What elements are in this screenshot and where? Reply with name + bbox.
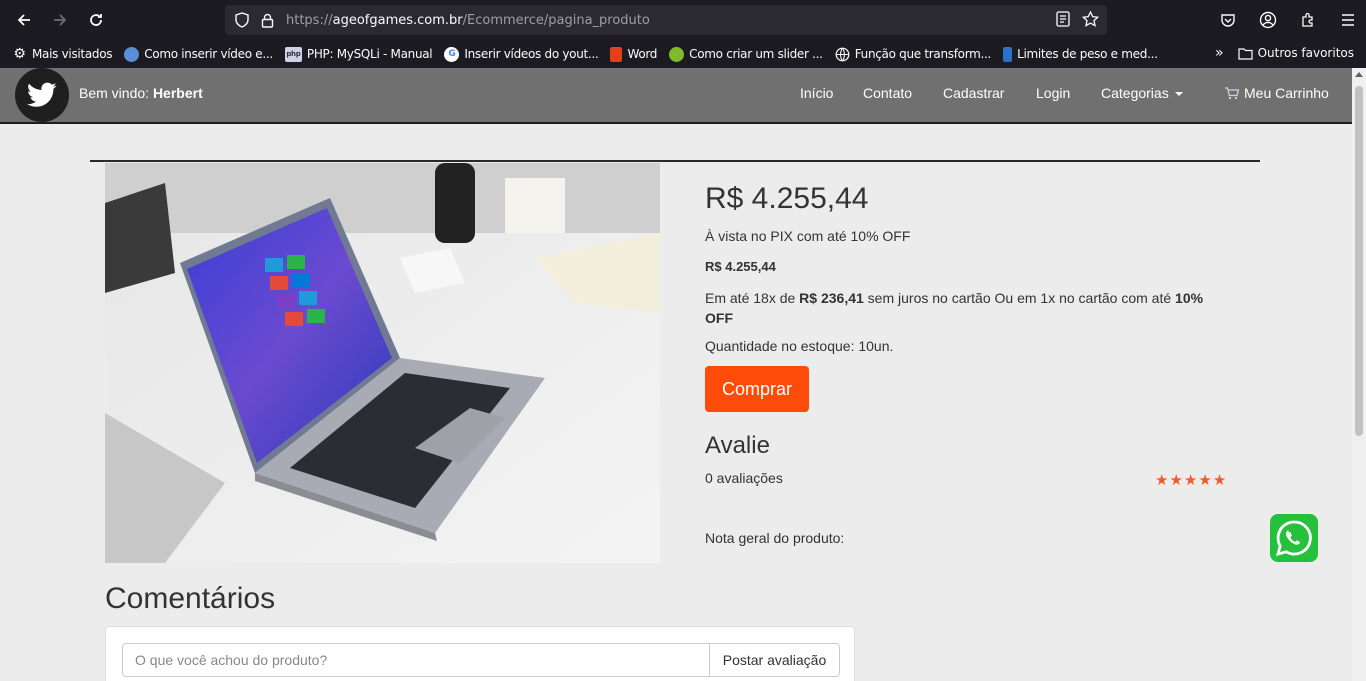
chevrons-right-icon[interactable]: » <box>1215 45 1224 61</box>
nav-cart[interactable]: Meu Carrinho <box>1224 85 1329 101</box>
php-favicon-icon: php <box>284 46 302 62</box>
nav-login[interactable]: Login <box>1036 85 1070 101</box>
star-icon[interactable]: ★ <box>1198 472 1211 488</box>
cart-label: Meu Carrinho <box>1244 85 1329 101</box>
star-icon[interactable]: ★ <box>1213 472 1226 488</box>
star-icon[interactable]: ★ <box>1184 472 1197 488</box>
arrow-right-icon <box>54 14 67 26</box>
nav-cadastrar[interactable]: Cadastrar <box>943 85 1004 101</box>
pocket-icon <box>1221 14 1235 27</box>
scrollbar-thumb[interactable] <box>1355 86 1363 436</box>
pocket-button[interactable] <box>1210 4 1246 36</box>
menu-button[interactable] <box>1330 4 1366 36</box>
nav-categorias-label: Categorias <box>1101 85 1169 101</box>
bookmarks-bar: ⚙ Mais visitados Como inserir vídeo e... … <box>0 40 1366 68</box>
bookmark-item[interactable]: G Inserir vídeos do yout... <box>444 46 599 62</box>
overall-rating-label: Nota geral do produto: <box>705 530 845 546</box>
bookmark-item[interactable]: Função que transform... <box>835 47 991 62</box>
extensions-button[interactable] <box>1290 4 1326 36</box>
reader-view-icon[interactable] <box>1056 11 1070 27</box>
nav-inicio[interactable]: Início <box>800 85 833 101</box>
whatsapp-button[interactable] <box>1270 514 1318 562</box>
welcome-text: Bem vindo: Herbert <box>79 85 203 101</box>
site-header: Bem vindo: Herbert Início Contato Cadast… <box>0 68 1352 124</box>
pix-discount-text: À vista no PIX com até 10% OFF <box>705 228 911 244</box>
star-icon[interactable]: ★ <box>1155 472 1168 488</box>
scroll-up-arrow-icon[interactable] <box>1355 72 1363 77</box>
hamburger-icon <box>1342 14 1354 26</box>
google-favicon-icon: G <box>444 46 460 62</box>
page-scrollbar[interactable] <box>1352 68 1366 681</box>
comment-form: Postar avaliação <box>105 626 855 681</box>
reload-icon <box>90 14 102 26</box>
site-logo[interactable] <box>15 68 69 122</box>
gear-icon: ⚙ <box>13 46 26 62</box>
bookmark-favicon-icon <box>1003 46 1013 62</box>
bookmark-item[interactable]: Word <box>610 46 657 62</box>
twitter-bird-icon <box>27 82 57 107</box>
laptop-photo <box>105 163 660 563</box>
comments-title: Comentários <box>105 582 276 615</box>
caret-down-icon <box>1174 92 1183 97</box>
forward-button[interactable] <box>42 2 78 38</box>
reviews-count: 0 avaliações <box>705 470 783 486</box>
arrow-left-icon <box>17 14 30 26</box>
product-image <box>105 163 660 563</box>
shield-icon[interactable] <box>235 12 249 28</box>
bookmark-item[interactable]: Limites de peso e med... <box>1003 46 1158 62</box>
rating-stars[interactable]: ★ ★ ★ ★ ★ <box>1155 472 1226 488</box>
bookmark-item[interactable]: php PHP: MySQLi - Manual <box>284 46 433 62</box>
content-divider <box>90 160 1260 162</box>
bookmark-item[interactable]: Como criar um slider ... <box>669 46 823 62</box>
product-price-small: R$ 4.255,44 <box>705 259 776 274</box>
puzzle-icon <box>1302 12 1313 27</box>
office-favicon-icon <box>610 46 623 62</box>
account-button[interactable] <box>1250 4 1286 36</box>
buy-button[interactable]: Comprar <box>705 366 809 412</box>
stock-text: Quantidade no estoque: 10un. <box>705 338 894 354</box>
reload-button[interactable] <box>78 2 114 38</box>
account-icon <box>1259 11 1277 29</box>
installments-text: Em até 18x de R$ 236,41 sem juros no car… <box>705 290 1204 326</box>
whatsapp-icon <box>1276 520 1312 556</box>
globe-icon <box>835 47 850 62</box>
rate-title: Avalie <box>705 432 770 459</box>
cart-icon <box>1225 87 1240 100</box>
star-bookmark-icon[interactable] <box>1082 11 1099 27</box>
bookmark-item[interactable]: ⚙ Mais visitados <box>12 46 112 62</box>
folder-icon <box>1237 47 1253 60</box>
browser-toolbar: https://ageofgames.com.br/Ecommerce/pagi… <box>0 0 1366 40</box>
welcome-prefix: Bem vindo: <box>79 85 150 101</box>
nav-categorias-dropdown[interactable]: Categorias <box>1101 85 1183 101</box>
lock-icon[interactable] <box>261 13 274 28</box>
post-review-button[interactable]: Postar avaliação <box>709 643 840 677</box>
back-button[interactable] <box>6 2 42 38</box>
bookmark-item[interactable]: Como inserir vídeo e... <box>124 46 273 62</box>
globe-favicon-icon <box>124 46 140 62</box>
comment-input[interactable] <box>122 643 710 677</box>
nav-contato[interactable]: Contato <box>863 85 912 101</box>
other-bookmarks[interactable]: Outros favoritos <box>1258 46 1354 60</box>
star-icon[interactable]: ★ <box>1169 472 1182 488</box>
green-favicon-icon <box>669 46 685 62</box>
address-bar[interactable]: https://ageofgames.com.br/Ecommerce/pagi… <box>225 5 1107 35</box>
username: Herbert <box>152 85 203 101</box>
product-price: R$ 4.255,44 <box>705 182 869 215</box>
url-text[interactable]: https://ageofgames.com.br/Ecommerce/pagi… <box>286 13 650 28</box>
